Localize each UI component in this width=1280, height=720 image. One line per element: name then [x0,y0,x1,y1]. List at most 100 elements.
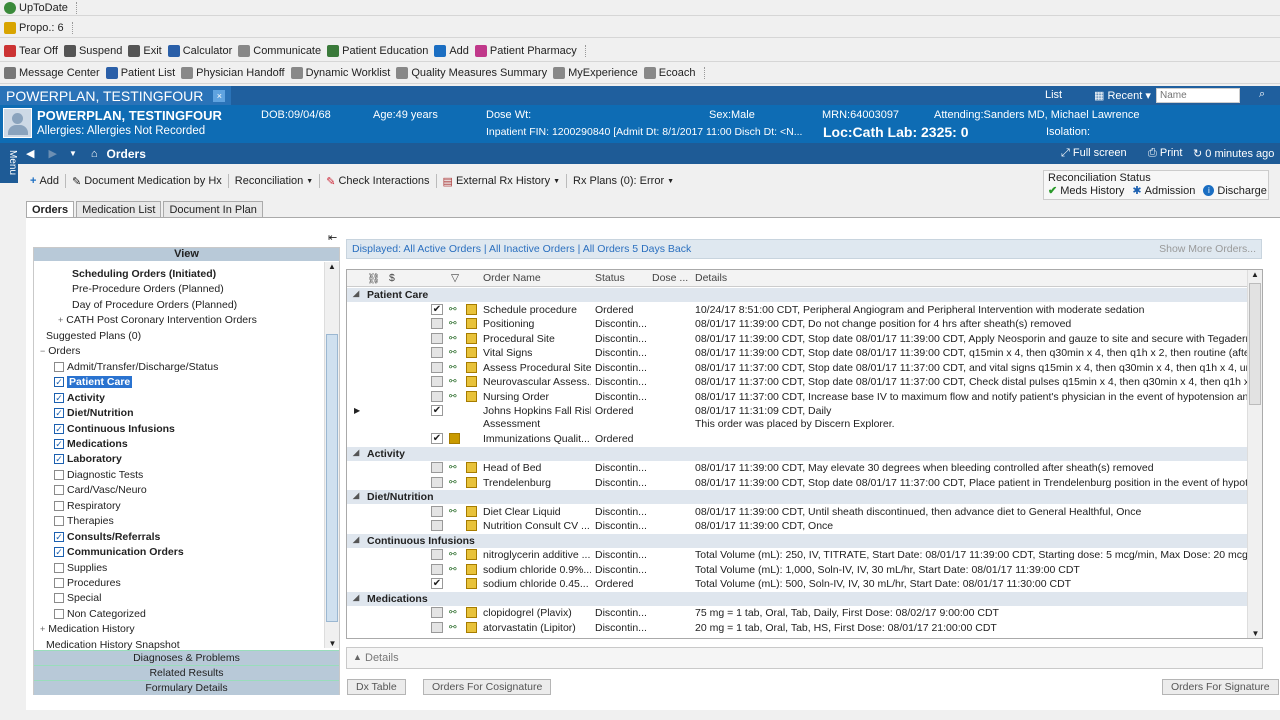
patient-pharmacy-button[interactable]: Patient Pharmacy [474,44,577,57]
order-checkbox[interactable] [431,621,443,633]
checkbox[interactable]: ✓ [54,438,64,449]
collapse-icon[interactable]: ◢ [353,289,359,298]
patient-education-button[interactable]: Patient Education [327,44,428,57]
toolbar-grip[interactable] [703,66,710,79]
checkbox[interactable] [54,361,64,372]
order-checkbox[interactable] [431,347,443,358]
myexperience-button[interactable]: MyExperience [553,66,638,79]
full-screen-button[interactable]: ⤢ Full screen [1061,147,1127,160]
communicate-button[interactable]: Communicate [238,44,321,57]
order-checkbox[interactable] [431,462,443,473]
search-icon[interactable]: ⌕ [1259,88,1265,101]
admission-status[interactable]: ✱ Admission [1132,184,1195,198]
scroll-up-icon[interactable]: ▲ [325,262,339,271]
tab-orders[interactable]: Orders [26,201,75,217]
checkbox[interactable]: ✓ [54,408,64,419]
nav-item-orders[interactable]: − Orders [40,345,80,357]
checkbox[interactable]: ✓ [54,547,64,558]
order-row[interactable]: ⚯ Nursing Order Discontin... 08/01/17 11:37… [347,390,1247,405]
reconciliation-dropdown[interactable]: Reconciliation ▼ [235,175,313,187]
order-checkbox[interactable] [431,376,443,387]
message-center-button[interactable]: Message Center [4,66,100,79]
expand-icon[interactable]: + [40,624,45,634]
order-checkbox[interactable]: ✔ [431,303,443,315]
close-icon[interactable]: × [213,89,226,102]
home-icon[interactable]: ⌂ [91,148,98,160]
order-row[interactable]: ⚯ clopidogrel (Plavix) Discontin... 75 mg =… [347,606,1247,621]
collapse-icon[interactable]: ◢ [353,448,359,457]
menu-toggle[interactable]: Menu [0,143,18,183]
scroll-thumb[interactable] [326,334,338,622]
order-checkbox[interactable] [431,549,443,560]
displayed-filter-links[interactable]: Displayed: All Active Orders | All Inact… [352,243,691,255]
checkbox[interactable] [54,608,64,619]
order-row[interactable]: ✔ ⚯ Schedule procedure Ordered 10/24/17 8:51… [347,303,1247,318]
discharge-status[interactable]: i Discharge [1203,184,1267,197]
order-checkbox[interactable] [431,318,443,329]
order-row[interactable]: ⚯ Procedural Site Discontin... 08/01/17 11:… [347,332,1247,347]
tab-patient[interactable]: POWERPLAN, TESTINGFOUR × [0,86,232,105]
nav-item-diagnostic-tests[interactable]: Diagnostic Tests [54,469,143,481]
nav-item-medication-history-snapshot[interactable]: Medication History Snapshot [46,639,180,651]
ecoach-button[interactable]: Ecoach [643,66,696,79]
order-row[interactable]: Nutrition Consult CV ... Discontin... 08/0… [347,519,1247,534]
toolbar-grip[interactable] [584,44,591,57]
view-scrollbar[interactable]: ▲ ▼ [324,262,339,648]
column-details[interactable]: Details [695,272,727,284]
checkbox[interactable] [54,593,64,604]
order-row[interactable]: ✔ sodium chloride 0.45... Ordered Total Vol… [347,577,1247,592]
nav-item-diet-nutrition[interactable]: ✓ Diet/Nutrition [54,407,134,419]
nav-item-non-categorized[interactable]: Non Categorized [54,608,146,620]
section-patient-care[interactable]: ◢ Patient Care [347,288,1247,302]
back-icon[interactable]: ◀ [26,147,34,160]
collapse-icon[interactable]: ◢ [353,535,359,544]
toolbar-grip[interactable] [75,1,82,14]
nav-item-scheduling-orders-initiated[interactable]: Scheduling Orders (Initiated) [72,268,216,280]
order-checkbox[interactable] [431,361,443,373]
section-activity[interactable]: ◢ Activity [347,446,1247,461]
nav-item-patient-care[interactable]: ✓ Patient Care [54,376,133,389]
document-medication-button[interactable]: ✎ Document Medication by Hx [72,175,222,188]
order-checkbox[interactable] [431,505,443,517]
dynamic-worklist-button[interactable]: Dynamic Worklist [290,66,390,79]
order-row[interactable]: ⚯ Neurovascular Assess... Discontin... 08/0… [347,375,1247,390]
collapse-icon[interactable]: − [40,346,45,356]
order-row[interactable]: ⚯ Diet Clear Liquid Discontin... 08/01/17 1… [347,505,1247,520]
dx-table-button[interactable]: Dx Table [347,679,406,695]
nav-item-medications[interactable]: ✓ Medications [54,438,128,450]
toolbar-grip[interactable] [71,21,78,34]
chevron-down-icon[interactable]: ▼ [69,149,77,158]
nav-item-laboratory[interactable]: ✓ Laboratory [54,453,122,465]
footer-diagnoses-problems[interactable]: Diagnoses & Problems [34,650,339,665]
collapse-icon[interactable]: ◢ [353,593,359,602]
checkbox[interactable] [54,469,64,480]
orders-for-signature-button[interactable]: Orders For Signature [1162,679,1279,695]
details-panel[interactable]: ▲ Details [346,647,1263,669]
scroll-thumb[interactable] [1249,283,1261,405]
order-row[interactable]: ⚯ nitroglycerin additive ... Discontin... T… [347,548,1247,563]
order-checkbox[interactable] [431,390,443,402]
column-order-name[interactable]: Order Name [483,272,541,284]
nav-item-medication-history[interactable]: + Medication History [40,623,135,635]
order-checkbox[interactable]: ✔ [431,433,443,444]
refresh-button[interactable]: ↻ 0 minutes ago [1193,147,1274,160]
checkbox[interactable]: ✓ [54,423,64,434]
nav-item-card-vasc-neuro[interactable]: Card/Vasc/Neuro [54,484,147,496]
column-dollar[interactable]: $ [389,272,395,284]
section-medications[interactable]: ◢ Medications [347,591,1247,606]
nav-item-continuous-infusions[interactable]: ✓ Continuous Infusions [54,423,175,435]
list-button[interactable]: List [1045,89,1062,101]
nav-item-consults-referrals[interactable]: ✓ Consults/Referrals [54,531,160,543]
nav-item-pre-procedure-orders-planned[interactable]: Pre-Procedure Orders (Planned) [72,283,224,295]
order-checkbox[interactable] [431,607,443,618]
section-diet-nutrition[interactable]: ◢ Diet/Nutrition [347,490,1247,504]
checkbox[interactable] [54,485,64,496]
checkbox[interactable] [54,562,64,573]
external-rx-history-dropdown[interactable]: ▤ External Rx History ▼ [443,175,560,188]
calculator-button[interactable]: Calculator [167,44,232,57]
nav-item-activity[interactable]: ✓ Activity [54,392,105,404]
tear-off-button[interactable]: Tear Off [4,44,58,57]
order-row[interactable]: ✔ Immunizations Qualit... Ordered [347,432,1247,447]
order-checkbox[interactable]: ✔ [431,405,443,416]
checkbox[interactable]: ✓ [54,531,64,542]
